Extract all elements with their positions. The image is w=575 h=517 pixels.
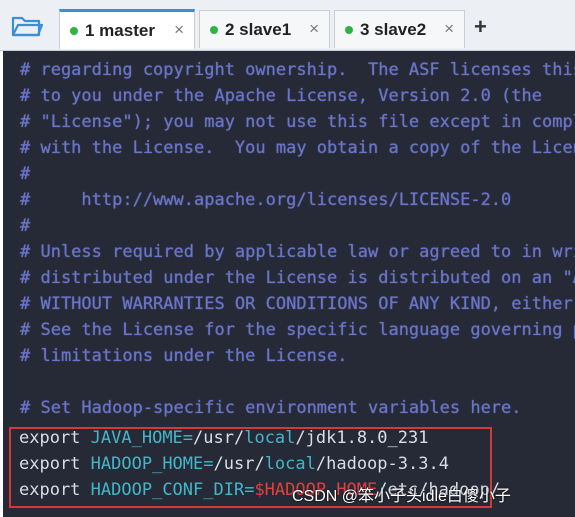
tab-slave2[interactable]: 3 slave2 ×: [334, 10, 465, 48]
new-tab-button[interactable]: +: [474, 14, 487, 40]
comment-line: # See the License for the specific langu…: [20, 320, 575, 340]
close-icon[interactable]: ×: [174, 20, 184, 40]
status-dot-icon: [70, 26, 78, 35]
comment-line: # http://www.apache.org/licenses/LICENSE…: [20, 190, 512, 210]
comment-line: # WITHOUT WARRANTIES OR CONDITIONS OF AN…: [20, 294, 575, 314]
tab-master[interactable]: 1 master ×: [59, 9, 195, 49]
comment-line: # "License"); you may not use this file …: [20, 112, 575, 132]
status-dot-icon: [210, 25, 218, 34]
close-icon[interactable]: ×: [309, 19, 319, 39]
close-icon[interactable]: ×: [444, 19, 454, 39]
comment-line: # Set Hadoop-specific environment variab…: [20, 398, 522, 418]
comment-line: # to you under the Apache License, Versi…: [20, 86, 542, 106]
tab-label: 3 slave2: [360, 19, 427, 39]
status-dot-icon: [345, 25, 353, 34]
comment-line: # regarding copyright ownership. The ASF…: [20, 60, 575, 80]
comment-line: #: [20, 164, 31, 184]
tab-label: 1 master: [85, 20, 155, 40]
comment-line: # limitations under the License.: [20, 346, 348, 366]
comment-line: #: [20, 216, 31, 236]
tab-bar: 1 master × 2 slave1 × 3 slave2 × +: [0, 0, 575, 51]
comment-line: # with the License. You may obtain a cop…: [20, 138, 575, 158]
tab-label: 2 slave1: [225, 19, 292, 39]
tab-slave1[interactable]: 2 slave1 ×: [199, 10, 330, 48]
comment-line: # distributed under the License is distr…: [20, 268, 575, 288]
csdn-watermark: CSDN @笨小子头idle白傻小子: [292, 488, 511, 505]
comment-line: # Unless required by applicable law or a…: [20, 242, 575, 262]
folder-icon[interactable]: [11, 14, 43, 38]
